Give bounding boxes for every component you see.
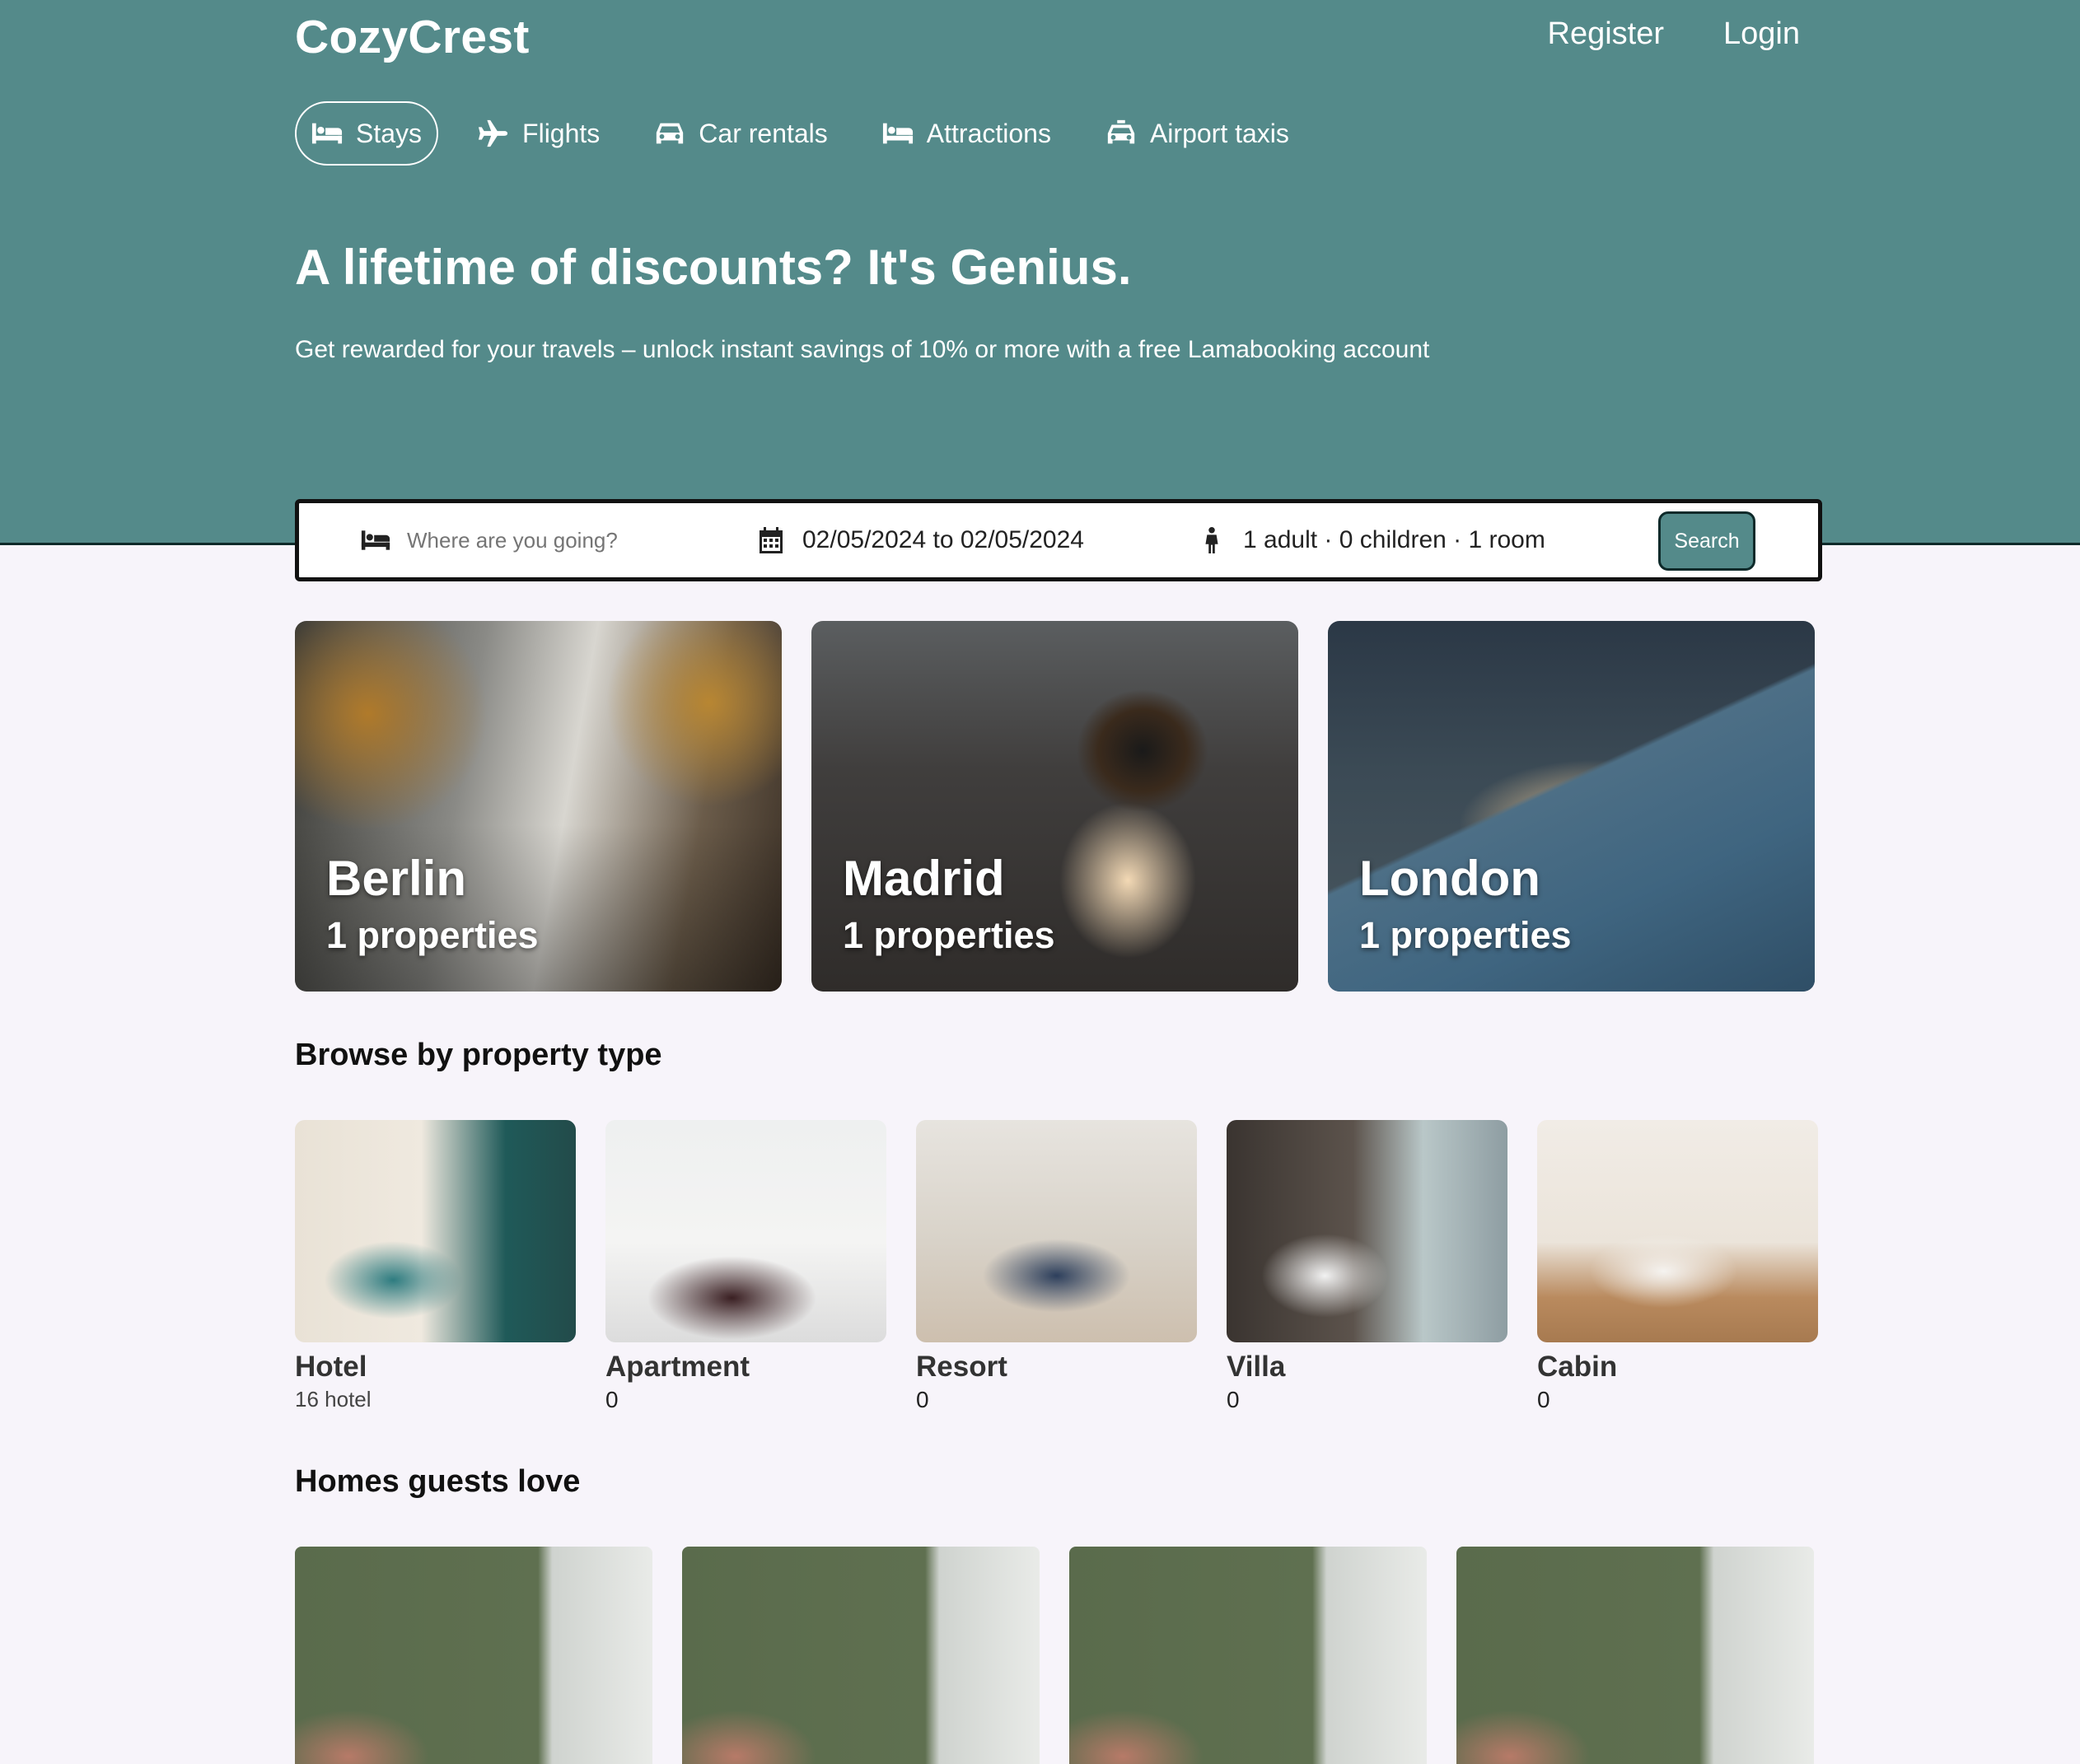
- property-type-card[interactable]: Apartment 0: [605, 1120, 886, 1413]
- nav-item-label: Airport taxis: [1149, 118, 1289, 148]
- property-type-name: Apartment: [605, 1351, 750, 1383]
- property-type-count: 0: [1227, 1387, 1240, 1412]
- destination-field[interactable]: [361, 527, 720, 553]
- property-type-name: Villa: [1227, 1351, 1286, 1383]
- home-photo: [295, 1547, 652, 1764]
- nav-item-airport-taxis[interactable]: Airport taxis: [1091, 101, 1304, 166]
- property-type-photo: [295, 1120, 576, 1342]
- hero-subtitle: Get rewarded for your travels – unlock i…: [295, 336, 1430, 363]
- property-type-card[interactable]: Villa 0: [1227, 1120, 1507, 1413]
- homes-list: [295, 1547, 1814, 1764]
- bed-icon: [361, 530, 390, 550]
- featured-city-card[interactable]: Madrid 1 properties: [811, 621, 1298, 992]
- home-photo: [1069, 1547, 1427, 1764]
- property-type-name: Cabin: [1537, 1351, 1618, 1383]
- property-type-name: Hotel: [295, 1351, 367, 1383]
- property-type-count: 0: [916, 1387, 929, 1412]
- featured-city-count: 1 properties: [843, 914, 1055, 956]
- guests-value: 1 adult · 0 children · 1 room: [1243, 526, 1545, 553]
- search-button[interactable]: Search: [1658, 511, 1755, 571]
- home-card[interactable]: [295, 1547, 652, 1764]
- brand-logo[interactable]: CozyCrest: [295, 10, 530, 64]
- property-type-card[interactable]: Hotel 16 hotel: [295, 1120, 576, 1413]
- destination-input[interactable]: [407, 527, 720, 553]
- property-type-photo: [1227, 1120, 1507, 1342]
- property-type-card[interactable]: Cabin 0: [1537, 1120, 1818, 1413]
- nav-item-label: Stays: [356, 118, 423, 148]
- featured-city-count: 1 properties: [326, 914, 539, 956]
- property-type-photo: [916, 1120, 1197, 1342]
- taxi-icon: [1107, 119, 1135, 144]
- bed-icon: [311, 123, 343, 144]
- home-card[interactable]: [1456, 1547, 1814, 1764]
- nav-item-label: Flights: [522, 118, 601, 148]
- calendar-icon: [760, 527, 783, 553]
- featured-city-name: Madrid: [843, 851, 1005, 906]
- date-range-value: 02/05/2024 to 02/05/2024: [802, 526, 1084, 553]
- search-bar: 02/05/2024 to 02/05/2024 1 adult · 0 chi…: [295, 499, 1822, 581]
- property-type-list: Hotel 16 hotel Apartment 0 Resort 0 Vill…: [295, 1120, 1818, 1413]
- date-range-field[interactable]: 02/05/2024 to 02/05/2024: [756, 526, 1084, 554]
- property-type-card[interactable]: Resort 0: [916, 1120, 1197, 1413]
- nav-item-car-rentals[interactable]: Car rentals: [639, 101, 843, 166]
- bed-icon: [882, 123, 913, 144]
- home-photo: [1456, 1547, 1814, 1764]
- browse-section-title: Browse by property type: [295, 1038, 662, 1072]
- property-type-photo: [605, 1120, 886, 1342]
- property-type-count: 0: [1537, 1387, 1550, 1412]
- home-card[interactable]: [682, 1547, 1040, 1764]
- property-type-photo: [1537, 1120, 1818, 1342]
- featured-city-card[interactable]: London 1 properties: [1328, 621, 1815, 992]
- featured-city-name: Berlin: [326, 851, 467, 906]
- featured-city-card[interactable]: Berlin 1 properties: [295, 621, 782, 992]
- property-type-count: 0: [605, 1387, 619, 1412]
- home-card[interactable]: [1069, 1547, 1427, 1764]
- login-button[interactable]: Login: [1723, 16, 1800, 52]
- nav-item-label: Car rentals: [699, 118, 828, 148]
- featured-city-name: London: [1359, 851, 1540, 906]
- plane-icon: [478, 119, 508, 147]
- register-button[interactable]: Register: [1548, 16, 1665, 52]
- property-type-name: Resort: [916, 1351, 1007, 1383]
- nav-item-attractions[interactable]: Attractions: [867, 101, 1066, 166]
- home-photo: [682, 1547, 1040, 1764]
- featured-cities: Berlin 1 properties Madrid 1 properties …: [295, 621, 1815, 992]
- homes-section-title: Homes guests love: [295, 1464, 581, 1499]
- featured-city-count: 1 properties: [1359, 914, 1572, 956]
- auth-links: Register Login: [1548, 16, 1800, 52]
- guests-field[interactable]: 1 adult · 0 children · 1 room: [1197, 526, 1545, 554]
- person-icon: [1205, 527, 1218, 553]
- property-type-count: 16 hotel: [295, 1387, 372, 1412]
- nav-item-stays[interactable]: Stays: [295, 101, 439, 166]
- hero-title: A lifetime of discounts? It's Genius.: [295, 240, 1132, 295]
- nav-item-flights[interactable]: Flights: [463, 101, 615, 166]
- nav-item-label: Attractions: [926, 118, 1051, 148]
- category-nav: Stays Flights Car rentals Attractions Ai…: [295, 101, 1304, 166]
- car-icon: [657, 123, 684, 144]
